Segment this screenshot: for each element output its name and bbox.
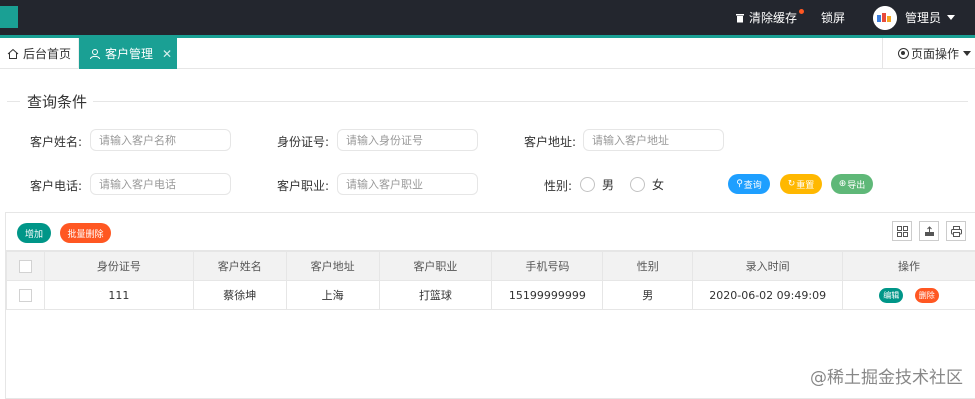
home-icon (7, 48, 19, 59)
chevron-down-icon (963, 51, 972, 56)
clear-cache-button[interactable]: 清除缓存 (735, 9, 804, 26)
edit-button[interactable]: 编辑 (879, 287, 904, 303)
header-id[interactable]: 身份证号 (43, 251, 194, 281)
reset-button-label: 重置 (796, 180, 815, 191)
search-button-label: 查询 (743, 180, 762, 191)
clear-cache-label: 清除缓存 (748, 11, 797, 25)
lock-screen-button[interactable]: 锁屏 (821, 9, 845, 26)
export-icon: ⊕ (838, 179, 847, 189)
cell-gender: 男 (602, 280, 694, 310)
tab-bar: 后台首页 客户管理 ✕ 页面操作 (0, 38, 975, 69)
table-row[interactable]: 111 蔡徐坤 上海 打篮球 15199999999 男 2020-06-02 … (6, 280, 975, 310)
print-icon[interactable] (946, 221, 966, 241)
customer-name-input[interactable] (90, 129, 231, 151)
gender-female-label: 女 (652, 178, 665, 192)
close-icon[interactable]: ✕ (162, 47, 172, 61)
row-checkbox[interactable] (18, 288, 32, 302)
cell-name: 蔡徐坤 (192, 280, 287, 310)
header-actions: 操作 (842, 251, 975, 281)
reset-button[interactable]: ↻ 重置 (780, 174, 822, 194)
refresh-icon: ↻ (787, 179, 796, 189)
header-job[interactable]: 客户职业 (378, 251, 493, 281)
page-ops-label: 页面操作 (911, 47, 960, 61)
cell-actions: 编辑 删除 (842, 280, 975, 310)
header-time[interactable]: 录入时间 (692, 251, 844, 281)
select-all-cell (6, 251, 45, 281)
fieldset-border (93, 101, 968, 102)
customer-address-input[interactable] (583, 129, 724, 151)
cell-time: 2020-06-02 09:49:09 (692, 280, 844, 310)
top-header: 清除缓存 锁屏 管理员 (0, 0, 975, 35)
gender-label: 性别: (544, 179, 573, 193)
phone-label: 客户电话: (30, 179, 83, 193)
cell-job: 打篮球 (378, 280, 493, 310)
header-phone[interactable]: 手机号码 (491, 251, 604, 281)
query-legend: 查询条件 (27, 93, 88, 111)
add-button[interactable]: 增加 (17, 223, 51, 243)
trash-icon (735, 13, 744, 22)
page-operations-dropdown[interactable]: 页面操作 (882, 38, 975, 69)
logo[interactable] (0, 6, 18, 28)
tab-customer-label: 客户管理 (105, 47, 154, 61)
batch-delete-button[interactable]: 批量删除 (60, 223, 111, 243)
tab-home[interactable]: 后台首页 (0, 38, 79, 69)
customer-phone-input[interactable] (90, 173, 231, 195)
watermark: @稀土掘金技术社区 (810, 368, 963, 388)
table-toolbar: 增加 批量删除 (6, 213, 975, 251)
tab-home-label: 后台首页 (23, 47, 72, 61)
chevron-down-icon (947, 15, 955, 20)
header-name[interactable]: 客户姓名 (192, 251, 287, 281)
tab-customer-management[interactable]: 客户管理 ✕ (79, 38, 177, 69)
gender-female-radio[interactable]: 女 (630, 176, 664, 193)
avatar (872, 5, 897, 30)
id-number-input[interactable] (337, 129, 478, 151)
cell-id: 111 (43, 280, 194, 310)
cell-address: 上海 (285, 280, 380, 310)
export-table-icon[interactable] (919, 221, 939, 241)
admin-label: 管理员 (904, 11, 941, 25)
customer-table: 身份证号 客户姓名 客户地址 客户职业 手机号码 性别 录入时间 操作 111 … (6, 251, 975, 310)
export-button[interactable]: ⊕ 导出 (831, 174, 873, 194)
select-all-checkbox[interactable] (18, 259, 32, 273)
export-button-label: 导出 (847, 180, 866, 191)
id-label: 身份证号: (277, 135, 330, 149)
user-icon (90, 48, 100, 59)
radio-circle (630, 177, 645, 192)
radio-circle (580, 177, 595, 192)
gender-male-radio[interactable]: 男 (580, 176, 614, 193)
gender-male-label: 男 (602, 178, 615, 192)
header-gender[interactable]: 性别 (602, 251, 694, 281)
table-header-row: 身份证号 客户姓名 客户地址 客户职业 手机号码 性别 录入时间 操作 (6, 251, 975, 281)
fieldset-border (7, 101, 20, 102)
admin-menu[interactable]: 管理员 (872, 5, 955, 30)
customer-job-input[interactable] (337, 173, 478, 195)
target-icon (898, 48, 909, 59)
header-actions: 清除缓存 锁屏 管理员 (735, 0, 975, 35)
job-label: 客户职业: (277, 179, 330, 193)
search-icon: ⚲ (736, 179, 743, 189)
name-label: 客户姓名: (30, 135, 83, 149)
cell-phone: 15199999999 (491, 280, 604, 310)
search-button[interactable]: ⚲ 查询 (728, 174, 770, 194)
columns-icon[interactable] (892, 221, 912, 241)
delete-button[interactable]: 删除 (914, 287, 939, 303)
avatar-image-icon (872, 5, 897, 30)
row-select-cell (6, 280, 45, 310)
header-address[interactable]: 客户地址 (285, 251, 380, 281)
notification-dot (798, 9, 804, 14)
address-label: 客户地址: (524, 135, 577, 149)
